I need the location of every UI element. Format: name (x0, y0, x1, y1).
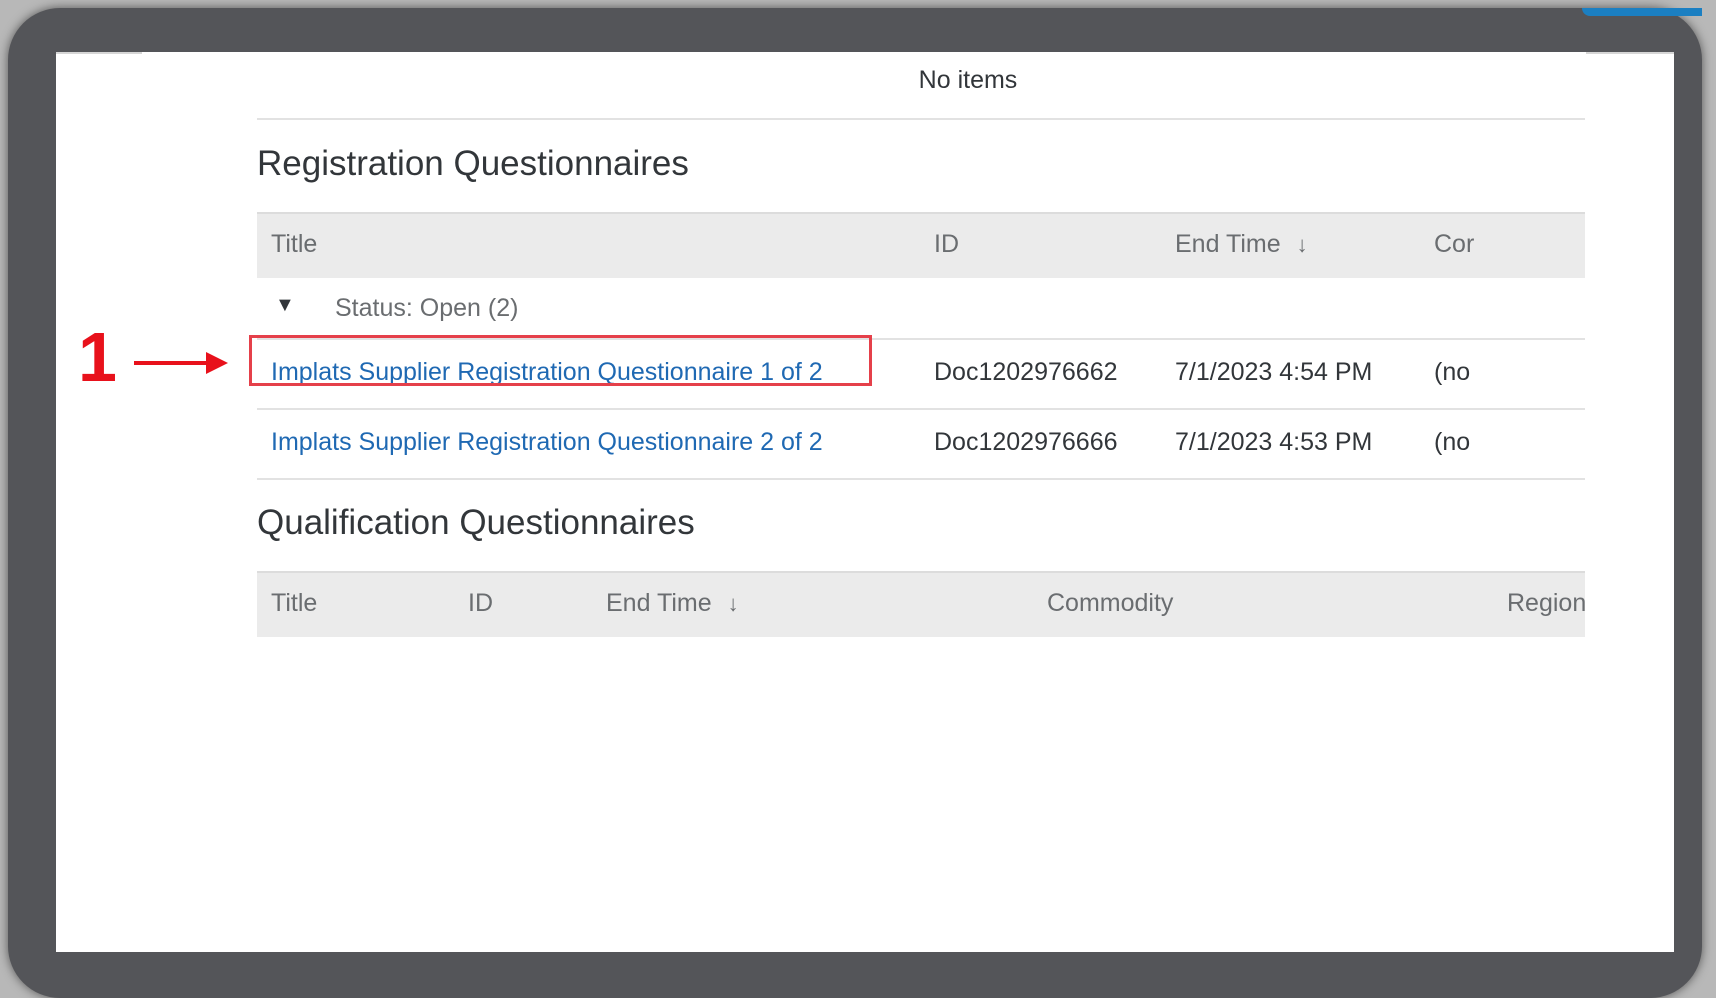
document-id: Doc1202976666 (934, 428, 1118, 456)
column-header-end-time-label: End Time (606, 589, 712, 617)
commodity: (no (1434, 358, 1471, 386)
group-label: Status: Open (2) (335, 294, 519, 322)
no-items-text: No items (918, 66, 1018, 94)
collapse-triangle-icon[interactable]: ▼ (275, 294, 295, 317)
qualification-table-header: Title ID End Time ↓ Commodity Regions (257, 571, 1585, 637)
corner-accent (1582, 8, 1702, 16)
sort-descending-icon: ↓ (727, 591, 739, 616)
main-content: No items Registration Questionnaires Tit… (257, 52, 1585, 952)
arrow-right-icon (134, 352, 228, 374)
column-header-end-time-label: End Time (1175, 230, 1281, 258)
column-header-end-time[interactable]: End Time ↓ (606, 589, 739, 618)
empty-table-message: No items (257, 52, 1585, 120)
top-divider (1586, 52, 1674, 54)
document-id: Doc1202976662 (934, 358, 1118, 386)
commodity: (no (1434, 428, 1471, 456)
sort-descending-icon: ↓ (1296, 232, 1308, 257)
column-header-commodity[interactable]: Cor (1434, 230, 1474, 259)
highlight-box (249, 335, 872, 386)
questionnaire-link[interactable]: Implats Supplier Registration Questionna… (271, 428, 823, 457)
column-header-end-time[interactable]: End Time ↓ (1175, 230, 1308, 259)
step-number-annotation: 1 (78, 318, 117, 396)
column-header-title[interactable]: Title (271, 589, 317, 618)
column-header-regions[interactable]: Regions (1507, 589, 1585, 618)
top-divider (56, 52, 142, 54)
column-header-title[interactable]: Title (271, 230, 317, 259)
column-header-commodity[interactable]: Commodity (1047, 589, 1173, 618)
column-header-id[interactable]: ID (468, 589, 493, 618)
screen: No items Registration Questionnaires Tit… (56, 52, 1674, 952)
table-row: Implats Supplier Registration Questionna… (257, 410, 1585, 480)
group-row-status-open[interactable]: ▼ Status: Open (2) (257, 278, 1585, 340)
end-time: 7/1/2023 4:54 PM (1175, 358, 1373, 386)
end-time: 7/1/2023 4:53 PM (1175, 428, 1373, 456)
registration-section-title: Registration Questionnaires (257, 144, 689, 183)
registration-table-header: Title ID End Time ↓ Cor (257, 212, 1585, 278)
qualification-section-title: Qualification Questionnaires (257, 503, 695, 542)
column-header-id[interactable]: ID (934, 230, 959, 259)
device-frame: No items Registration Questionnaires Tit… (8, 8, 1702, 998)
